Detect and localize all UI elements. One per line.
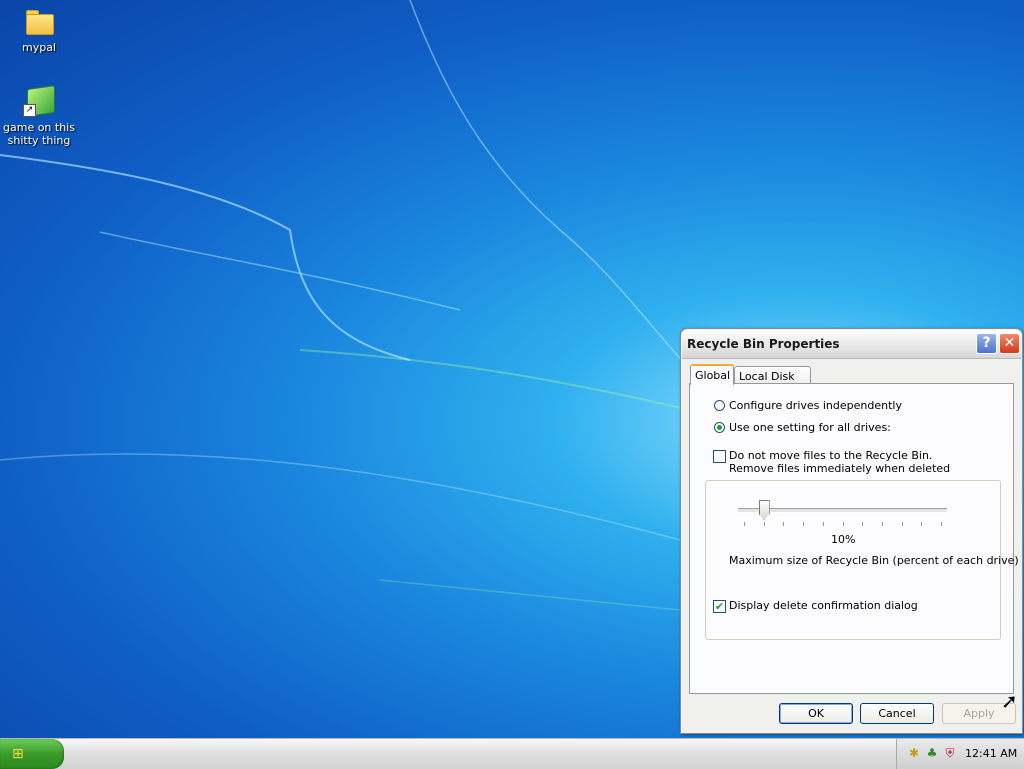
desktop-icon-game[interactable]: ↗ game on this shitty thing xyxy=(1,85,77,147)
tab-global[interactable]: Global xyxy=(690,364,734,385)
start-button[interactable]: ⊞ xyxy=(0,739,64,769)
desktop-icon-label-line2: shitty thing xyxy=(7,134,71,147)
network-icon[interactable]: ✱ xyxy=(907,746,921,760)
slider-tick xyxy=(803,522,805,526)
desktop-icon-label: mypal xyxy=(21,41,56,54)
tab-panel-global: Configure drives independently Use one s… xyxy=(689,383,1019,694)
taskbar: ⊞ ✱ ♣ ⛨ 12:41 AM xyxy=(0,738,1024,769)
slider-caption: Maximum size of Recycle Bin (percent of … xyxy=(729,554,1019,567)
ok-button[interactable]: OK xyxy=(779,703,853,724)
slider-tick xyxy=(744,522,745,526)
dialog-titlebar[interactable]: Recycle Bin Properties ? ✕ xyxy=(682,330,1021,359)
radio-configure-independently-label[interactable]: Configure drives independently xyxy=(729,399,902,412)
radio-configure-independently[interactable] xyxy=(714,400,725,411)
safely-remove-icon[interactable]: ♣ xyxy=(925,746,939,760)
slider-tick xyxy=(921,522,923,526)
cancel-button[interactable]: Cancel xyxy=(860,703,934,724)
slider-tick xyxy=(783,522,785,526)
dialog-title: Recycle Bin Properties xyxy=(687,337,840,351)
slider-tick xyxy=(862,522,864,526)
slider-value: 10% xyxy=(831,533,856,546)
taskbar-clock[interactable]: 12:41 AM xyxy=(965,747,1017,760)
mouse-cursor-icon: ➚ xyxy=(1001,689,1018,713)
desktop-icon-label-line1: game on this xyxy=(3,121,75,134)
slider-tick xyxy=(901,522,903,526)
desktop-icon-mypal[interactable]: mypal xyxy=(1,5,77,54)
windows-flag-icon: ⊞ xyxy=(12,746,24,762)
confirm-delete-checkbox[interactable]: ✔ xyxy=(713,600,726,613)
system-tray: ✱ ♣ ⛨ 12:41 AM xyxy=(896,739,1024,769)
radio-one-setting[interactable] xyxy=(714,422,725,433)
slider-tick xyxy=(881,522,883,526)
confirm-delete-label[interactable]: Display delete confirmation dialog xyxy=(729,599,918,612)
close-button[interactable]: ✕ xyxy=(999,333,1020,354)
radio-one-setting-label[interactable]: Use one setting for all drives: xyxy=(729,421,893,434)
security-shield-icon[interactable]: ⛨ xyxy=(943,746,957,760)
folder-icon xyxy=(23,5,55,37)
help-button[interactable]: ? xyxy=(976,333,997,354)
no-move-label-line2: Remove files immediately when deleted xyxy=(729,462,951,475)
no-move-checkbox[interactable] xyxy=(713,450,726,463)
game-cube-icon: ↗ xyxy=(23,85,55,117)
tab-global-label: Global xyxy=(695,369,731,382)
slider-tick xyxy=(941,522,942,526)
slider-tick xyxy=(763,522,765,526)
recycle-bin-properties-dialog: Recycle Bin Properties ? ✕ Global Local … xyxy=(680,328,1023,734)
shortcut-arrow-icon: ↗ xyxy=(23,104,36,117)
slider-tick xyxy=(822,522,824,526)
slider-tick xyxy=(842,522,844,526)
no-move-label-line1[interactable]: Do not move files to the Recycle Bin. xyxy=(729,449,932,462)
